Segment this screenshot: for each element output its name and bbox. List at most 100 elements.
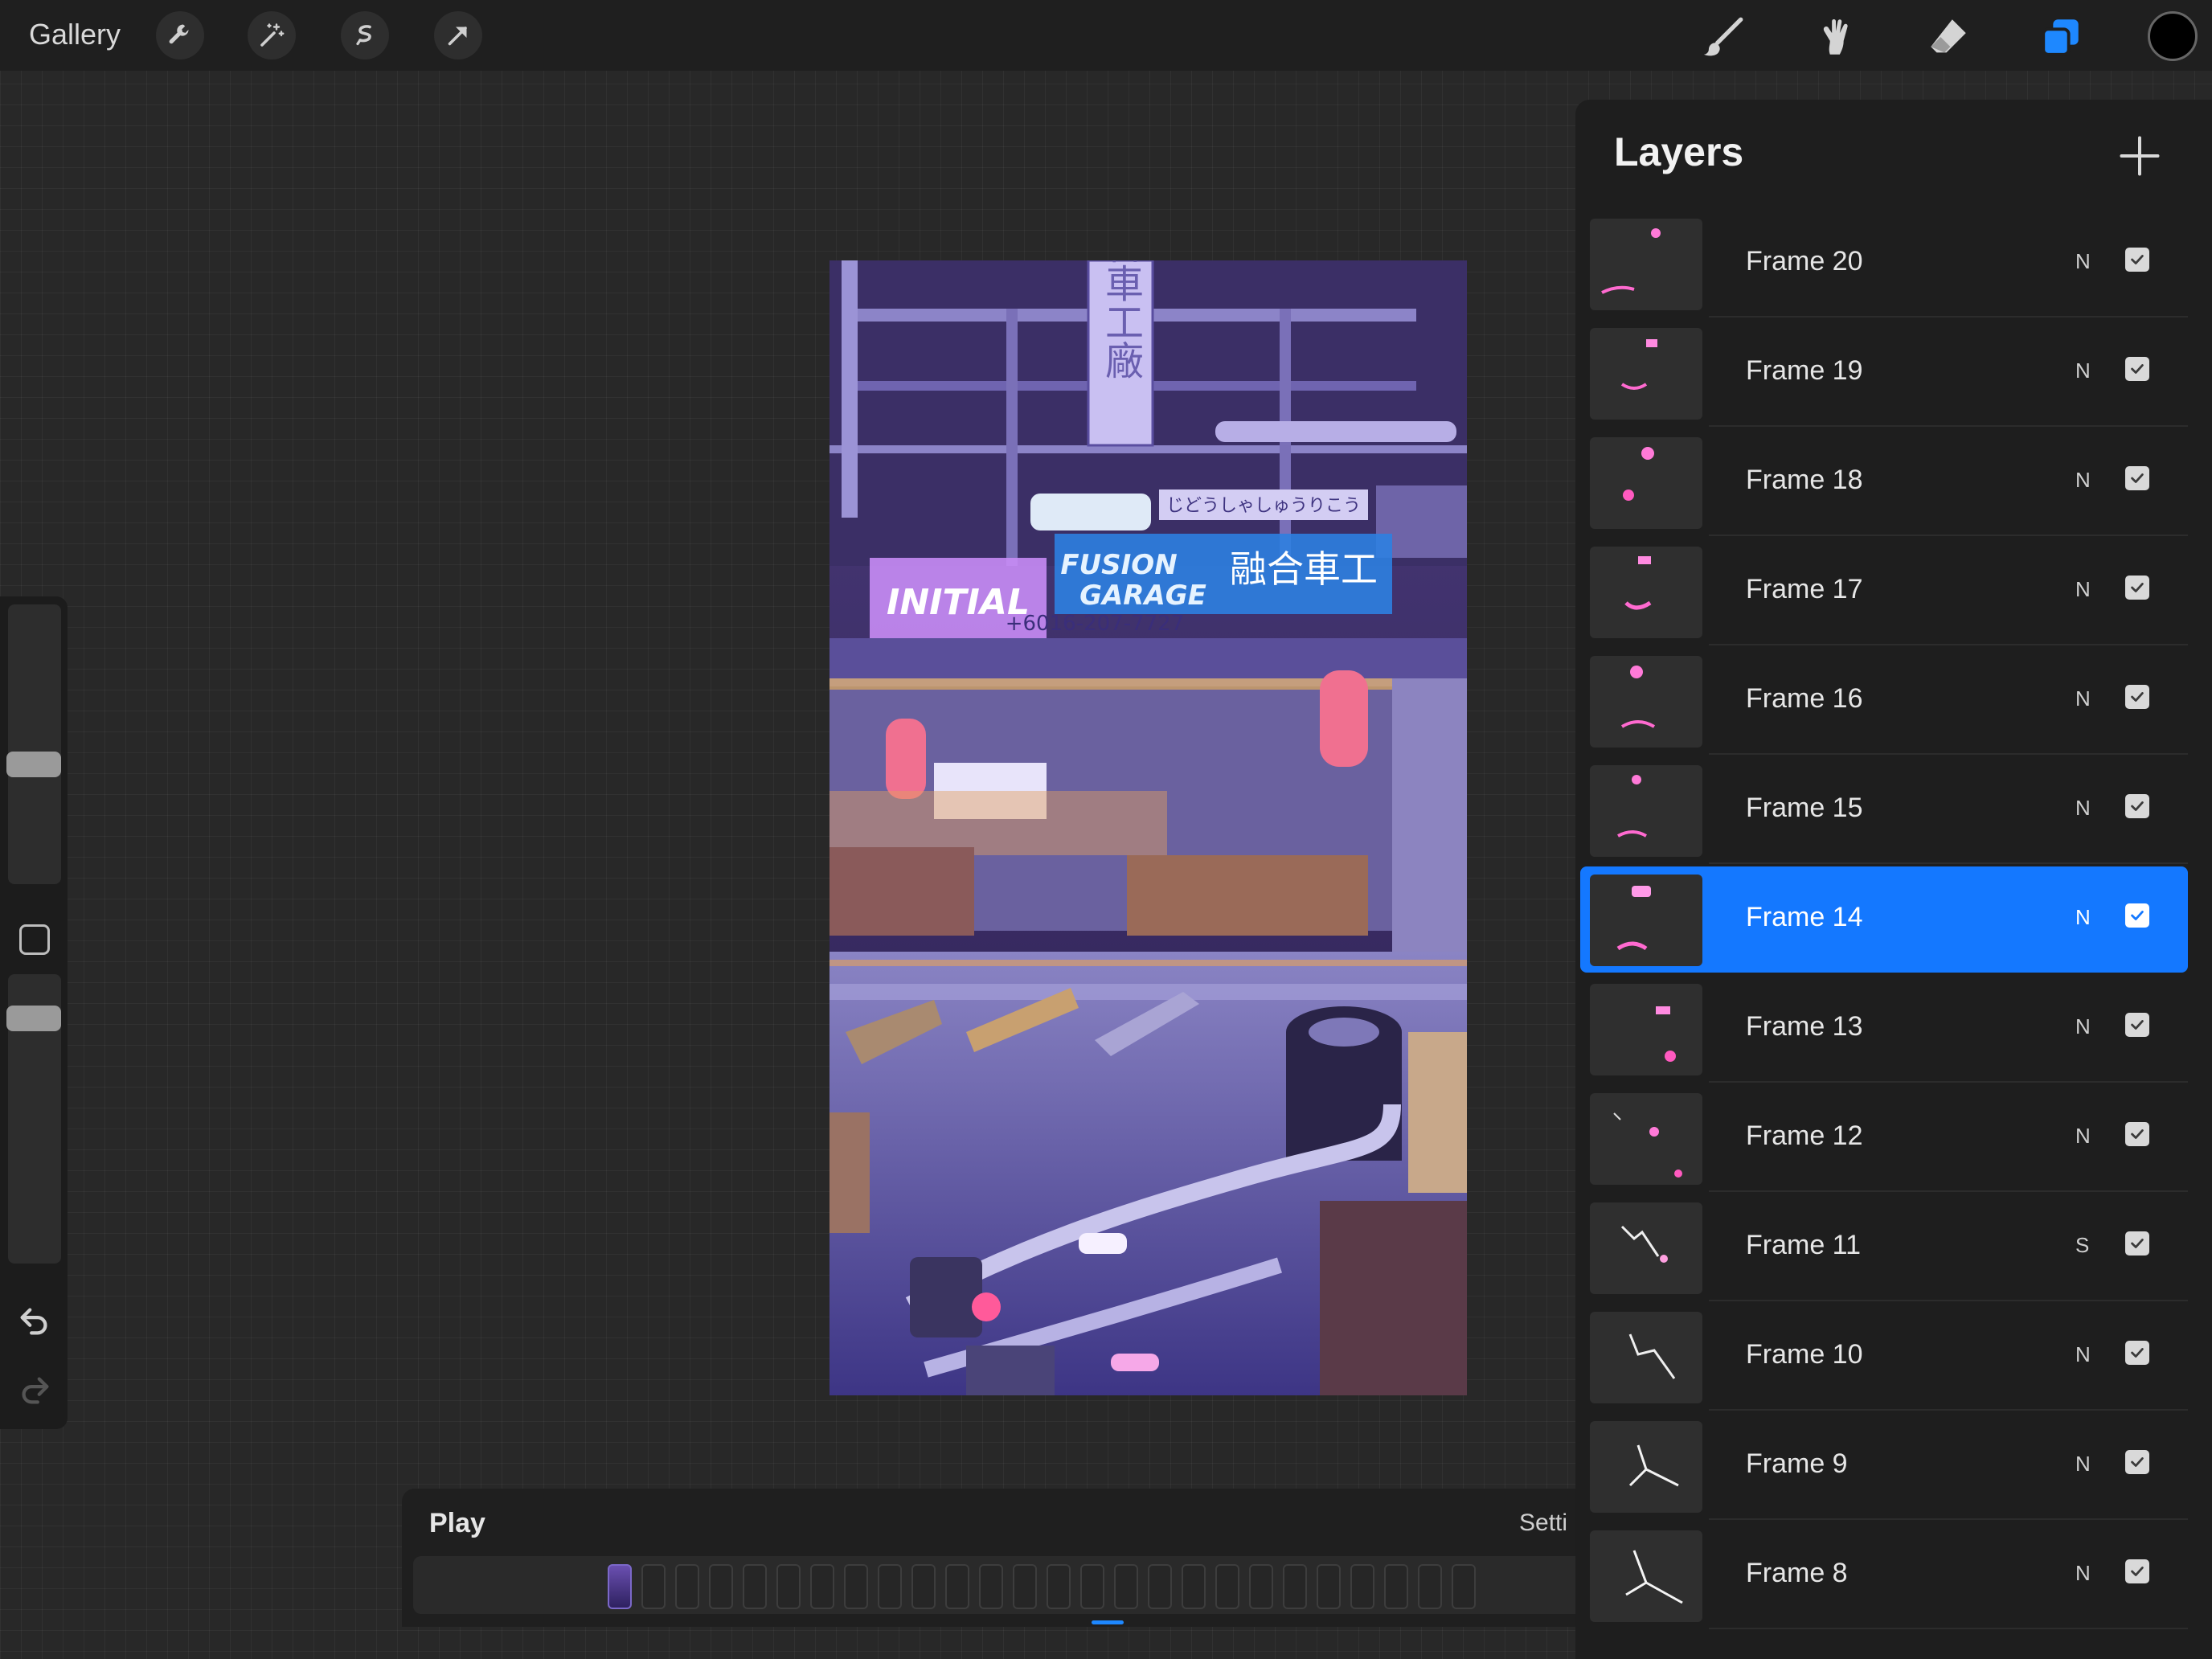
timeline-frame[interactable] bbox=[641, 1564, 666, 1609]
brush-tool-button[interactable] bbox=[1698, 11, 1749, 63]
layer-row[interactable]: Frame 9 N bbox=[1580, 1413, 2188, 1520]
settings-button[interactable]: Setti bbox=[1519, 1509, 1567, 1537]
actions-button[interactable] bbox=[156, 11, 204, 59]
layer-thumbnail[interactable] bbox=[1590, 547, 1702, 638]
opacity-slider[interactable] bbox=[6, 974, 61, 1264]
timeline-frame[interactable] bbox=[1182, 1564, 1206, 1609]
layer-row[interactable]: Frame 15 N bbox=[1580, 757, 2188, 864]
layer-row[interactable]: Frame 18 N bbox=[1580, 429, 2188, 536]
opacity-thumb[interactable] bbox=[6, 1006, 61, 1031]
timeline-frame[interactable] bbox=[1080, 1564, 1104, 1609]
selection-button[interactable] bbox=[341, 11, 389, 59]
layer-thumbnail[interactable] bbox=[1590, 1202, 1702, 1294]
layer-row[interactable]: Frame 19 N bbox=[1580, 320, 2188, 427]
timeline-frame[interactable] bbox=[844, 1564, 868, 1609]
smudge-tool-button[interactable] bbox=[1810, 11, 1862, 63]
layer-visibility-checkbox[interactable] bbox=[2125, 685, 2149, 709]
undo-icon[interactable] bbox=[16, 1302, 53, 1339]
timeline-frame[interactable] bbox=[1384, 1564, 1408, 1609]
layer-row[interactable]: Frame 12 N bbox=[1580, 1085, 2188, 1192]
layer-blend-mode[interactable]: N bbox=[2075, 1452, 2091, 1477]
layer-row[interactable]: Frame 13 N bbox=[1580, 976, 2188, 1083]
layer-blend-mode[interactable]: S bbox=[2075, 1233, 2089, 1258]
layer-blend-mode[interactable]: N bbox=[2075, 1342, 2091, 1367]
layers-button[interactable] bbox=[2035, 11, 2087, 63]
brush-size-thumb[interactable] bbox=[6, 752, 61, 777]
layer-row[interactable]: Frame 17 N bbox=[1580, 539, 2188, 645]
layer-visibility-checkbox[interactable] bbox=[2125, 357, 2149, 381]
layer-thumbnail[interactable] bbox=[1590, 1093, 1702, 1185]
layer-blend-mode[interactable]: N bbox=[2075, 1561, 2091, 1586]
layer-blend-mode[interactable]: N bbox=[2075, 249, 2091, 274]
layer-row[interactable]: Frame 14 N bbox=[1580, 866, 2188, 973]
layer-visibility-checkbox[interactable] bbox=[2125, 1122, 2149, 1146]
layer-thumbnail[interactable] bbox=[1590, 1312, 1702, 1403]
color-picker-button[interactable] bbox=[2148, 11, 2198, 61]
layer-visibility-checkbox[interactable] bbox=[2125, 248, 2149, 272]
layer-blend-mode[interactable]: N bbox=[2075, 1124, 2091, 1149]
eraser-tool-button[interactable] bbox=[1923, 11, 1974, 63]
timeline-frame[interactable] bbox=[1047, 1564, 1071, 1609]
layer-visibility-checkbox[interactable] bbox=[2125, 466, 2149, 490]
timeline-frame[interactable] bbox=[979, 1564, 1003, 1609]
timeline-frame[interactable] bbox=[1452, 1564, 1476, 1609]
timeline-frame[interactable] bbox=[1215, 1564, 1239, 1609]
timeline-frame[interactable] bbox=[709, 1564, 733, 1609]
transform-button[interactable] bbox=[434, 11, 482, 59]
layer-visibility-checkbox[interactable] bbox=[2125, 1450, 2149, 1474]
timeline-frame[interactable] bbox=[1148, 1564, 1172, 1609]
modify-square-button[interactable] bbox=[19, 924, 50, 955]
layer-thumbnail[interactable] bbox=[1590, 984, 1702, 1075]
layer-row[interactable]: Frame 20 N bbox=[1580, 211, 2188, 317]
layer-thumbnail[interactable] bbox=[1590, 656, 1702, 748]
timeline-frame[interactable] bbox=[1350, 1564, 1374, 1609]
timeline-frame[interactable] bbox=[878, 1564, 902, 1609]
timeline-frame[interactable] bbox=[1114, 1564, 1138, 1609]
brush-size-slider[interactable] bbox=[6, 604, 61, 884]
timeline-frame[interactable] bbox=[1249, 1564, 1273, 1609]
layer-blend-mode[interactable]: N bbox=[2075, 905, 2091, 930]
layer-thumbnail[interactable] bbox=[1590, 1421, 1702, 1513]
layer-row[interactable]: Frame 8 N bbox=[1580, 1522, 2188, 1629]
timeline-frame[interactable] bbox=[1317, 1564, 1341, 1609]
layer-row[interactable]: Frame 16 N bbox=[1580, 648, 2188, 755]
layer-thumbnail[interactable] bbox=[1590, 219, 1702, 310]
timeline-frame[interactable] bbox=[1013, 1564, 1037, 1609]
timeline-frame[interactable] bbox=[945, 1564, 969, 1609]
layer-thumbnail[interactable] bbox=[1590, 1530, 1702, 1622]
gallery-button[interactable]: Gallery bbox=[29, 18, 121, 51]
layer-visibility-checkbox[interactable] bbox=[2125, 794, 2149, 818]
layer-blend-mode[interactable]: N bbox=[2075, 358, 2091, 383]
timeline-frame[interactable] bbox=[776, 1564, 801, 1609]
timeline-frame[interactable] bbox=[810, 1564, 834, 1609]
layer-thumbnail[interactable] bbox=[1590, 765, 1702, 857]
redo-icon[interactable] bbox=[16, 1371, 53, 1408]
timeline-frame[interactable] bbox=[1418, 1564, 1442, 1609]
timeline-frame-current[interactable] bbox=[608, 1564, 632, 1609]
layer-thumbnail[interactable] bbox=[1590, 875, 1702, 966]
layer-visibility-checkbox[interactable] bbox=[2125, 903, 2149, 928]
play-button[interactable]: Play bbox=[429, 1508, 485, 1539]
layer-blend-mode[interactable]: N bbox=[2075, 1014, 2091, 1039]
layer-visibility-checkbox[interactable] bbox=[2125, 1559, 2149, 1583]
layer-visibility-checkbox[interactable] bbox=[2125, 1341, 2149, 1365]
timeline-frame[interactable] bbox=[1283, 1564, 1307, 1609]
layer-blend-mode[interactable]: N bbox=[2075, 577, 2091, 602]
timeline-frame[interactable] bbox=[675, 1564, 699, 1609]
timeline-frame[interactable] bbox=[911, 1564, 936, 1609]
layer-blend-mode[interactable]: N bbox=[2075, 686, 2091, 711]
timeline-frame[interactable] bbox=[743, 1564, 767, 1609]
canvas-artwork[interactable]: 合車工廠 じどうしゃしゅうりこう INITIAL FUSION GARAGE 融… bbox=[830, 260, 1467, 1395]
layer-thumbnail[interactable] bbox=[1590, 437, 1702, 529]
add-layer-icon[interactable] bbox=[2116, 132, 2164, 180]
layer-thumbnail[interactable] bbox=[1590, 328, 1702, 420]
adjustments-button[interactable] bbox=[248, 11, 296, 59]
frames-strip[interactable] bbox=[413, 1556, 1591, 1614]
layer-visibility-checkbox[interactable] bbox=[2125, 576, 2149, 600]
layer-row[interactable]: Frame 10 N bbox=[1580, 1304, 2188, 1411]
layer-row[interactable]: Frame 11 S bbox=[1580, 1194, 2188, 1301]
layer-visibility-checkbox[interactable] bbox=[2125, 1013, 2149, 1037]
layer-blend-mode[interactable]: N bbox=[2075, 796, 2091, 821]
layer-blend-mode[interactable]: N bbox=[2075, 468, 2091, 493]
layer-visibility-checkbox[interactable] bbox=[2125, 1231, 2149, 1256]
